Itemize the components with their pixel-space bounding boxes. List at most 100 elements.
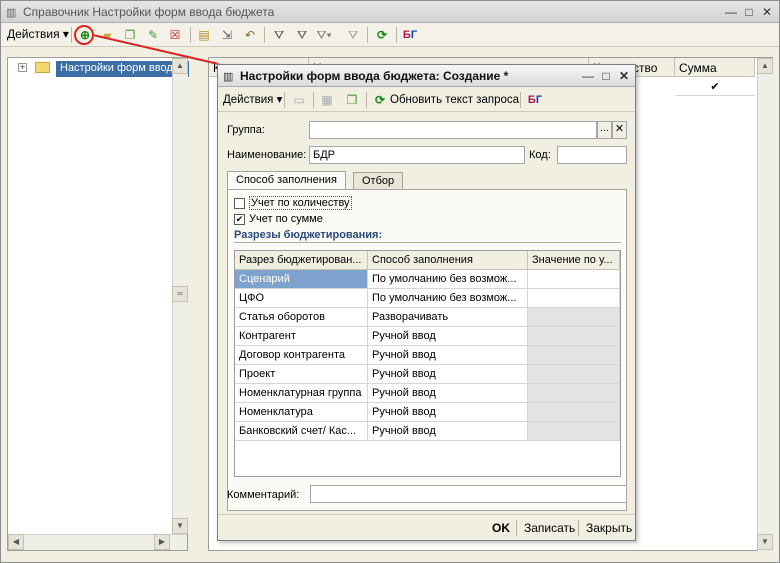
maximize-icon[interactable]: □ [741,4,757,20]
toolbar-separator [284,92,285,108]
column-header-sum[interactable]: Сумма [675,58,755,77]
dialog-close-icon[interactable]: ✕ [616,68,632,84]
grid-cell-default-value[interactable] [528,289,620,308]
name-label: Наименование: [227,149,307,161]
grid-cell-fill-method[interactable]: По умолчанию без возмож... [368,270,528,289]
grid-cell-section[interactable]: Сценарий [235,270,368,289]
scroll-up-icon[interactable]: ▲ [172,58,188,74]
expand-icon[interactable]: + [18,63,27,72]
grid-cell-fill-method[interactable]: Ручной ввод [368,365,528,384]
tree-item-root[interactable]: Настройки форм ввода бюджета [56,61,189,77]
grid-cell-section[interactable]: Договор контрагента [235,346,368,365]
toolbar-separator [367,27,368,43]
grid-cell-fill-method[interactable]: Разворачивать [368,308,528,327]
create-dialog: ▥ Настройки форм ввода бюджета: Создание… [217,64,636,541]
catalog-title-bar: ▥ Справочник Настройки форм ввода бюджет… [1,1,779,23]
grid-cell-fill-method[interactable]: Ручной ввод [368,422,528,441]
move-icon[interactable]: ⇲ [218,26,236,44]
toolbar-separator [396,27,397,43]
grid-header-section[interactable]: Разрез бюджетирован... [235,251,368,270]
grid-cell-default-value [528,346,620,365]
grid-cell-default-value [528,308,620,327]
toolbar-separator [264,27,265,43]
dialog-actions-menu[interactable]: Действия ▾ [223,92,282,106]
section-divider [234,242,621,243]
sum-check-cell[interactable]: ✔ [675,77,755,96]
comment-label: Комментарий: [227,489,300,501]
clear-filter-icon[interactable]: ⛛ [344,26,362,44]
structure-icon[interactable]: ▦ [318,91,336,109]
scroll-right-icon[interactable]: ▶ [154,534,170,550]
grid-header-fill-method[interactable]: Способ заполнения [368,251,528,270]
budget-sections-grid[interactable]: Разрез бюджетирован... Способ заполнения… [234,250,621,477]
grid-cell-section[interactable]: Банковский счет/ Кас... [235,422,368,441]
grid-cell-section[interactable]: Контрагент [235,327,368,346]
catalog-toolbar: Действия ▾ ⊕ ▰ ❐ ✎ ☒ ▤ ⇲ ↶ ⛛ ⛛ ⛛▾ ⛛ ⟳ БГ [1,23,779,47]
button-separator [578,520,579,536]
name-input[interactable] [309,146,525,164]
code-input[interactable] [557,146,627,164]
grid-cell-default-value [528,403,620,422]
scroll-thumb[interactable]: ═ [172,286,188,302]
tree-vertical-scrollbar[interactable]: ▲ ═ ▼ [172,58,188,534]
refresh-icon[interactable]: ⟳ [373,26,391,44]
toolbar-separator [71,27,72,43]
grid-cell-section[interactable]: Номенклатурная группа [235,384,368,403]
hierarchy-icon[interactable]: ▤ [195,26,213,44]
grid-cell-fill-method[interactable]: Ручной ввод [368,327,528,346]
actions-menu[interactable]: Действия ▾ [7,27,69,41]
scroll-down-icon[interactable]: ▼ [172,518,188,534]
list-vertical-scrollbar[interactable]: ▲ ▼ [757,58,773,552]
grid-cell-default-value [528,422,620,441]
dialog-minimize-icon[interactable]: — [580,68,596,84]
grid-cell-fill-method[interactable]: Ручной ввод [368,346,528,365]
toolbar-separator [313,92,314,108]
grid-cell-section[interactable]: Номенклатура [235,403,368,422]
grid-cell-default-value[interactable] [528,270,620,289]
ok-button[interactable]: OK [492,521,510,535]
grid-cell-section[interactable]: ЦФО [235,289,368,308]
quantity-checkbox[interactable] [234,198,245,209]
delete-icon[interactable]: ☒ [166,26,184,44]
scroll-up-icon[interactable]: ▲ [757,58,773,74]
dialog-maximize-icon[interactable]: □ [598,68,614,84]
refresh-icon[interactable]: ⟳ [371,91,389,109]
save-button[interactable]: Записать [524,521,575,535]
close-button[interactable]: Закрыть [586,521,632,535]
grid-cell-fill-method[interactable]: По умолчанию без возмож... [368,289,528,308]
parent-level-icon[interactable]: ↶ [241,26,259,44]
grid-cell-section[interactable]: Статья оборотов [235,308,368,327]
tab-fill-method[interactable]: Способ заполнения [227,171,346,190]
group-field[interactable] [309,121,597,139]
dialog-title: Настройки форм ввода бюджета: Создание * [240,69,509,83]
minimize-icon[interactable]: — [723,4,739,20]
scroll-left-icon[interactable]: ◀ [8,534,24,550]
button-separator [516,520,517,536]
quantity-checkbox-label[interactable]: Учет по количеству [249,196,352,210]
grid-cell-fill-method[interactable]: Ручной ввод [368,403,528,422]
filter-by-value-icon[interactable]: ⛛ [293,26,311,44]
filter-icon[interactable]: ⛛ [270,26,288,44]
sum-checkbox[interactable]: ✔ [234,214,245,225]
tree-horizontal-scrollbar[interactable]: ◀ ▶ [8,534,187,550]
grid-cell-section[interactable]: Проект [235,365,368,384]
grid-cell-default-value [528,384,620,403]
filter-list-icon[interactable]: ⛛▾ [315,26,333,44]
edit-icon[interactable]: ✎ [144,26,162,44]
save-close-icon[interactable]: ▭ [290,91,308,109]
grid-cell-default-value [528,365,620,384]
comment-input[interactable] [310,485,627,503]
grid-header-default-value[interactable]: Значение по у... [528,251,620,270]
copy-icon[interactable]: ❐ [343,91,361,109]
close-icon[interactable]: ✕ [759,4,775,20]
scroll-down-icon[interactable]: ▼ [757,534,773,550]
refresh-query-button[interactable]: Обновить текст запроса [390,94,519,106]
sum-checkbox-label[interactable]: Учет по сумме [249,213,323,225]
group-clear-icon[interactable]: ✕ [612,121,627,139]
grid-cell-fill-method[interactable]: Ручной ввод [368,384,528,403]
group-select-button[interactable]: … [597,121,612,139]
budget-icon[interactable]: БГ [401,26,419,44]
folder-tree[interactable]: + Настройки форм ввода бюджета ▲ ═ ▼ ◀ ▶ [7,57,189,551]
budget-icon[interactable]: БГ [526,91,544,109]
tab-filter[interactable]: Отбор [353,172,404,190]
